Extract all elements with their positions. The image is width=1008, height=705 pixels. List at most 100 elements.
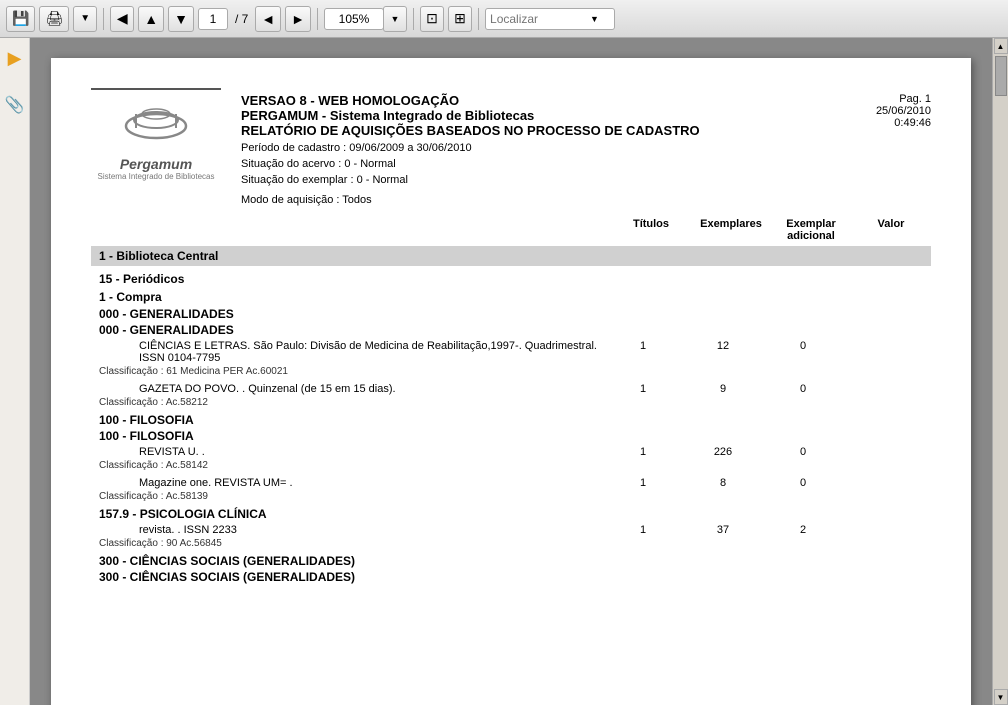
separator-2 [317, 8, 318, 30]
header-pag: Pag. 1 [876, 93, 931, 105]
sidebar-icon-1[interactable]: ▶ [8, 48, 22, 69]
data-nums-magazine: 1 8 0 [603, 477, 923, 489]
classif-magazine: Classificação : Ac.58139 [91, 491, 931, 506]
data-nums-revista: 1 37 2 [603, 524, 923, 536]
data-row-magazine: Magazine one. REVISTA UM= . 1 8 0 [91, 475, 931, 491]
separator-1 [103, 8, 104, 30]
logo-box: Pergamum Sistema Integrado de Biblioteca… [91, 88, 221, 181]
data-row-revista-u: REVISTA U. . 1 226 0 [91, 444, 931, 460]
scroll-down-arrow[interactable]: ▼ [994, 689, 1008, 705]
classif-revista: Classificação : 90 Ac.56845 [91, 538, 931, 553]
zoom-input[interactable] [324, 8, 384, 30]
left-sidebar: ▶ 📎 [0, 38, 30, 705]
num-exemplares-revista: 37 [683, 524, 763, 536]
num-adicional-revista-u: 0 [763, 446, 843, 458]
header-left: Pergamum Sistema Integrado de Biblioteca… [91, 88, 700, 206]
doc-area[interactable]: Pergamum Sistema Integrado de Biblioteca… [30, 38, 992, 705]
header-date: 25/06/2010 [876, 105, 931, 117]
page-number-input[interactable] [198, 8, 228, 30]
data-nums-ciencias: 1 12 0 [603, 340, 923, 352]
data-desc-revista-u: REVISTA U. . [99, 446, 603, 458]
header-right: Pag. 1 25/06/2010 0:49:46 [876, 88, 931, 206]
num-exemplares-revista-u: 226 [683, 446, 763, 458]
category-000-1: 000 - GENERALIDADES [91, 306, 931, 322]
header-periodo: Período de cadastro : 09/06/2009 a 30/06… [241, 142, 700, 154]
nav-back-button[interactable]: ◀ [110, 6, 134, 32]
header-situacao-acervo: Situação do acervo : 0 - Normal [241, 158, 700, 170]
section-biblioteca-central: 1 - Biblioteca Central [91, 246, 931, 266]
search-box: ▼ [485, 8, 615, 30]
search-input[interactable] [490, 12, 590, 26]
num-titulos-revista-u: 1 [603, 446, 683, 458]
num-exemplares-magazine: 8 [683, 477, 763, 489]
page: Pergamum Sistema Integrado de Biblioteca… [51, 58, 971, 705]
data-row-gazeta: GAZETA DO POVO. . Quinzenal (de 15 em 15… [91, 381, 931, 397]
num-titulos-magazine: 1 [603, 477, 683, 489]
scroll-up-arrow[interactable]: ▲ [994, 38, 1008, 54]
classif-ciencias: Classificação : 61 Medicina PER Ac.60021 [91, 366, 931, 381]
num-adicional-revista: 2 [763, 524, 843, 536]
num-adicional-ciencias: 0 [763, 340, 843, 352]
num-titulos-gazeta: 1 [603, 383, 683, 395]
category-000-2: 000 - GENERALIDADES [91, 322, 931, 338]
separator-4 [478, 8, 479, 30]
sidebar-icon-2[interactable]: 📎 [5, 95, 25, 115]
col-valor: Valor [851, 218, 931, 242]
category-300-1: 300 - CIÊNCIAS SOCIAIS (GENERALIDADES) [91, 553, 931, 569]
category-100-2: 100 - FILOSOFIA [91, 428, 931, 444]
separator-3 [413, 8, 414, 30]
logo-subtitle: Sistema Integrado de Bibliotecas [91, 172, 221, 181]
fit-button[interactable]: ⊡ [420, 6, 444, 32]
data-row-ciencias: CIÊNCIAS E LETRAS. São Paulo: Divisão de… [91, 338, 931, 366]
nav-down-button[interactable]: ▼ [168, 6, 194, 32]
classif-revista-u: Classificação : Ac.58142 [91, 460, 931, 475]
subsection-compra: 1 - Compra [91, 288, 931, 306]
scroll-thumb[interactable] [995, 56, 1007, 96]
header-title2: PERGAMUM - Sistema Integrado de Bibliote… [241, 108, 700, 123]
data-desc-magazine: Magazine one. REVISTA UM= . [99, 477, 603, 489]
header-section: Pergamum Sistema Integrado de Biblioteca… [91, 88, 931, 206]
classif-gazeta: Classificação : Ac.58212 [91, 397, 931, 412]
column-headers: Títulos Exemplares Exemplar adicional Va… [91, 218, 931, 242]
data-nums-revista-u: 1 226 0 [603, 446, 923, 458]
zoom-dropdown-button[interactable]: ▼ [383, 6, 407, 32]
header-info: VERSAO 8 - WEB HOMOLOGAÇÃO PERGAMUM - Si… [241, 88, 700, 206]
prev-page-button[interactable]: ◄ [255, 6, 281, 32]
data-row-revista: revista. . ISSN 2233 1 37 2 [91, 522, 931, 538]
header-situacao-exemplar: Situação do exemplar : 0 - Normal [241, 174, 700, 186]
num-valor-gazeta [843, 383, 923, 395]
right-scrollbar: ▲ ▼ [992, 38, 1008, 705]
col-exemplares: Exemplares [691, 218, 771, 242]
save-button[interactable]: 💾 [6, 6, 35, 32]
category-157: 157.9 - PSICOLOGIA CLÍNICA [91, 506, 931, 522]
category-100-1: 100 - FILOSOFIA [91, 412, 931, 428]
num-titulos-revista: 1 [603, 524, 683, 536]
logo-svg [116, 98, 196, 153]
num-exemplares-gazeta: 9 [683, 383, 763, 395]
logo-area: Pergamum Sistema Integrado de Biblioteca… [91, 88, 221, 181]
header-title1: VERSAO 8 - WEB HOMOLOGAÇÃO [241, 93, 700, 108]
col-titulos: Títulos [611, 218, 691, 242]
num-valor-ciencias [843, 340, 923, 352]
main-area: ▶ 📎 [0, 38, 1008, 705]
num-titulos-ciencias: 1 [603, 340, 683, 352]
header-time: 0:49:46 [876, 117, 931, 129]
data-desc-ciencias: CIÊNCIAS E LETRAS. São Paulo: Divisão de… [99, 340, 603, 364]
data-desc-revista: revista. . ISSN 2233 [99, 524, 603, 536]
header-modo: Modo de aquisição : Todos [241, 194, 700, 206]
print-options-button[interactable]: ▼ [73, 6, 97, 32]
next-page-button[interactable]: ► [285, 6, 311, 32]
print-button[interactable]: 🖨 [39, 6, 69, 32]
col-exemplar-adicional: Exemplar adicional [771, 218, 851, 242]
category-300-2: 300 - CIÊNCIAS SOCIAIS (GENERALIDADES) [91, 569, 931, 585]
nav-up-button[interactable]: ▲ [138, 6, 164, 32]
expand-button[interactable]: ⊞ [448, 6, 472, 32]
num-valor-revista [843, 524, 923, 536]
subsection-periodicos: 15 - Periódicos [91, 270, 931, 288]
search-dropdown-icon[interactable]: ▼ [590, 14, 599, 24]
toolbar: 💾 🖨 ▼ ◀ ▲ ▼ / 7 ◄ ► ▼ ⊡ ⊞ ▼ [0, 0, 1008, 38]
num-valor-revista-u [843, 446, 923, 458]
header-title3: RELATÓRIO DE AQUISIÇÕES BASEADOS NO PROC… [241, 123, 700, 138]
num-adicional-gazeta: 0 [763, 383, 843, 395]
logo-name: Pergamum [91, 156, 221, 172]
